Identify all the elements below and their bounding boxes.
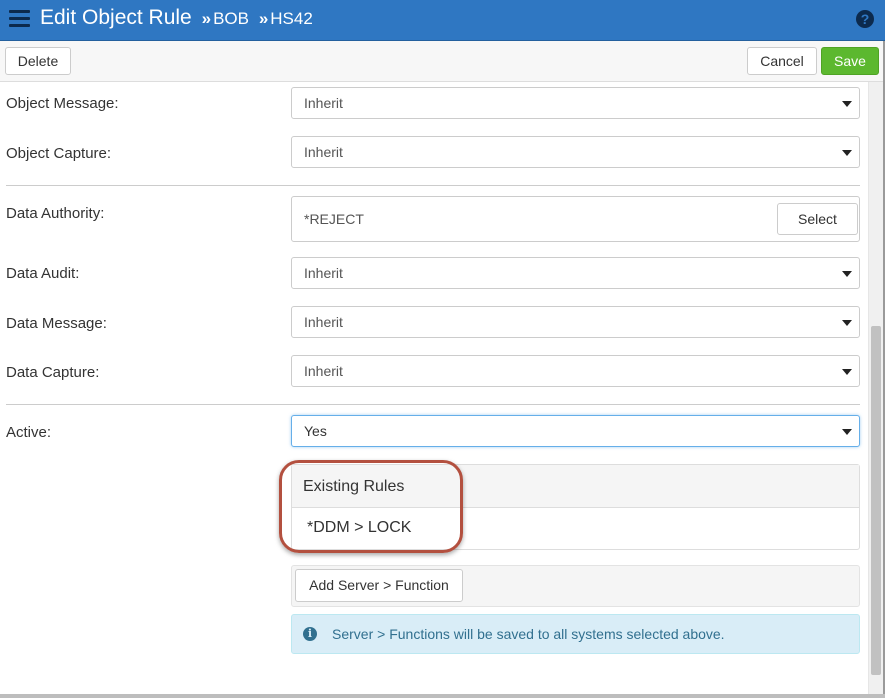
add-server-function-button[interactable]: Add Server > Function: [295, 569, 463, 602]
list-item[interactable]: *DDM > LOCK: [292, 508, 859, 548]
chevron-down-icon: [842, 320, 852, 326]
object-message-value: Inherit: [304, 95, 343, 111]
data-message-select[interactable]: Inherit: [291, 306, 860, 338]
add-server-bar: Add Server > Function: [291, 565, 860, 607]
data-authority-value: *REJECT: [304, 211, 364, 227]
object-capture-value: Inherit: [304, 144, 343, 160]
save-button[interactable]: Save: [821, 47, 879, 75]
object-message-label: Object Message:: [6, 95, 119, 112]
page-title: Edit Object Rule » BOB » HS42: [40, 6, 313, 30]
form-content: Object Message: Inherit Object Capture: …: [0, 82, 868, 694]
breadcrumb-bob[interactable]: BOB: [213, 9, 249, 28]
data-audit-label: Data Audit:: [6, 265, 80, 282]
object-capture-select[interactable]: Inherit: [291, 136, 860, 168]
active-select[interactable]: Yes: [291, 415, 860, 447]
scrollbar-track[interactable]: [868, 82, 883, 694]
window-border: [0, 694, 885, 698]
help-icon[interactable]: ?: [856, 10, 874, 28]
info-icon: i: [303, 627, 317, 641]
data-audit-select[interactable]: Inherit: [291, 257, 860, 289]
chevron-down-icon: [842, 429, 852, 435]
object-message-select[interactable]: Inherit: [291, 87, 860, 119]
scrollbar-thumb[interactable]: [871, 326, 881, 675]
chevron-down-icon: [842, 271, 852, 277]
existing-rules-heading: Existing Rules: [292, 465, 859, 508]
data-audit-value: Inherit: [304, 265, 343, 281]
data-message-value: Inherit: [304, 314, 343, 330]
breadcrumb-hs42[interactable]: HS42: [270, 9, 313, 28]
data-message-label: Data Message:: [6, 315, 107, 332]
app-header: Edit Object Rule » BOB » HS42 ?: [0, 0, 885, 41]
info-text: Server > Functions will be saved to all …: [332, 626, 725, 642]
data-authority-label: Data Authority:: [6, 205, 105, 222]
menu-icon[interactable]: [9, 10, 30, 29]
active-label: Active:: [6, 424, 52, 441]
chevron-down-icon: [842, 369, 852, 375]
page-title-text: Edit Object Rule: [40, 6, 192, 29]
section-divider: [6, 185, 860, 186]
data-capture-value: Inherit: [304, 363, 343, 379]
data-capture-label: Data Capture:: [6, 364, 100, 381]
toolbar: Delete Cancel Save: [0, 41, 885, 82]
existing-rules-panel: Existing Rules *DDM > LOCK: [291, 464, 860, 550]
select-authority-button[interactable]: Select: [777, 203, 858, 235]
delete-button[interactable]: Delete: [5, 47, 71, 75]
data-authority-field: *REJECT Select: [291, 196, 860, 242]
active-value: Yes: [304, 423, 327, 439]
breadcrumb-separator: »: [258, 9, 269, 28]
info-alert: i Server > Functions will be saved to al…: [291, 614, 860, 654]
chevron-down-icon: [842, 150, 852, 156]
section-divider: [6, 404, 860, 405]
breadcrumb-separator: »: [201, 9, 212, 28]
cancel-button[interactable]: Cancel: [747, 47, 817, 75]
object-capture-label: Object Capture:: [6, 145, 112, 162]
data-capture-select[interactable]: Inherit: [291, 355, 860, 387]
chevron-down-icon: [842, 101, 852, 107]
